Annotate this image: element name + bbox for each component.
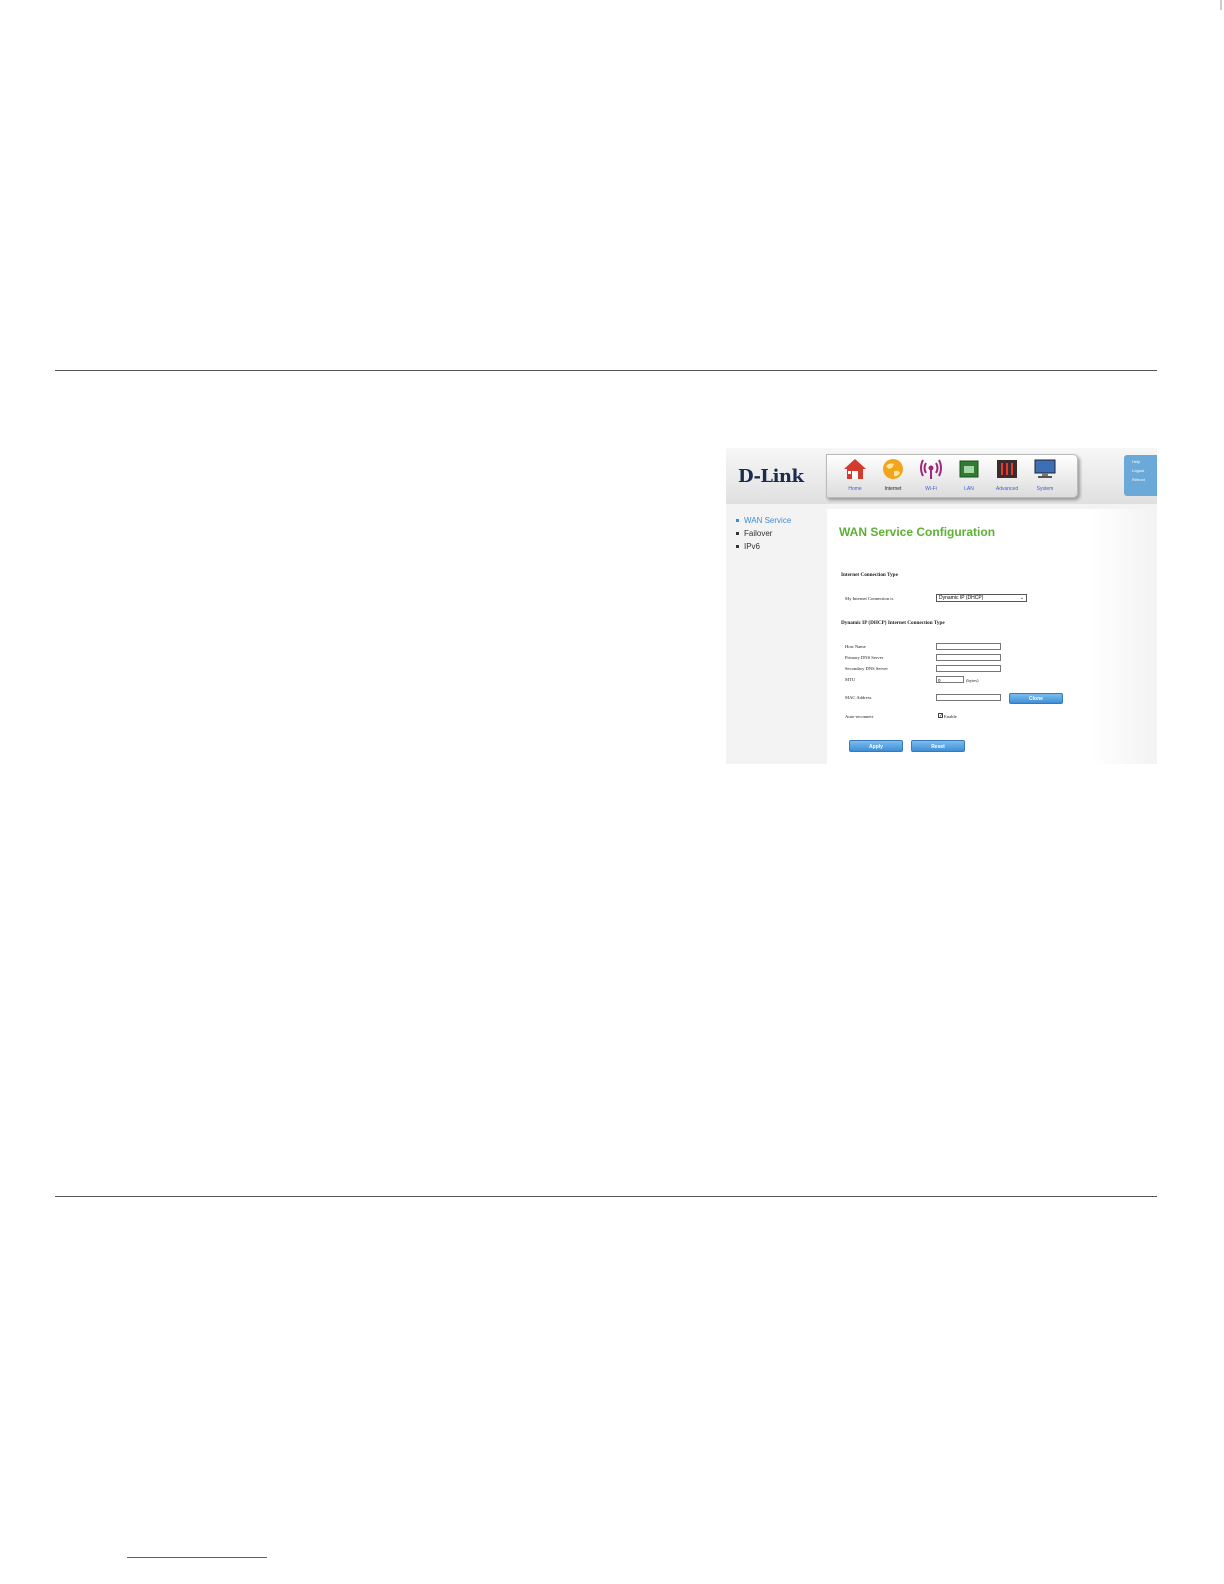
sidebar-item-failover[interactable]: Failover (736, 529, 772, 538)
mac-address-input[interactable] (936, 694, 1001, 701)
footer-link-underline[interactable] (127, 1557, 267, 1558)
tab-internet[interactable]: Internet (875, 457, 911, 495)
tab-label: Wi-Fi (925, 486, 937, 492)
tab-label: System (1036, 486, 1054, 492)
tab-label: Advanced (995, 486, 1019, 492)
reset-button[interactable]: Reset (911, 740, 965, 752)
sidebar-item-label: Failover (744, 529, 773, 538)
sidebar-item-ipv6[interactable]: IPv6 (736, 542, 760, 551)
lan-icon (959, 460, 979, 478)
dlink-logo: D-Link (738, 466, 804, 487)
page-title: WAN Service Configuration (839, 525, 996, 539)
sidebar: WAN Service Failover IPv6 (726, 504, 826, 764)
auto-reconnect-checkbox[interactable]: ✓ (938, 713, 943, 719)
apply-button[interactable]: Apply (849, 740, 903, 752)
advanced-icon (997, 460, 1017, 478)
bullet-icon (736, 532, 739, 536)
primary-dns-input[interactable] (936, 654, 1001, 661)
bullet-icon (736, 519, 739, 523)
mtu-input[interactable]: 0 (936, 676, 964, 683)
monitor-icon (1034, 459, 1056, 478)
bottom-divider (55, 1196, 1157, 1197)
connection-type-heading: Internet Connection Type (841, 572, 898, 578)
tab-system[interactable]: System (1027, 457, 1063, 495)
connection-type-label: My Internet Connection is (845, 596, 894, 601)
mac-address-label: MAC Address (845, 695, 872, 700)
main-panel: WAN Service Configuration Internet Conne… (827, 509, 1157, 764)
tab-label: Internet (884, 486, 902, 492)
dhcp-heading: Dynamic IP (DHCP) Internet Connection Ty… (841, 620, 945, 626)
help-link[interactable]: Help (1132, 459, 1157, 464)
primary-dns-label: Primary DNS Server (845, 655, 884, 660)
logout-link[interactable]: Logout (1132, 468, 1157, 473)
reboot-link[interactable]: Reboot (1132, 477, 1157, 482)
tab-wifi[interactable]: Wi-Fi (913, 457, 949, 495)
connection-type-select[interactable]: Dynamic IP (DHCP) ⌄ (936, 594, 1027, 602)
globe-icon (883, 459, 903, 479)
secondary-dns-label: Secondary DNS Server (845, 666, 888, 671)
router-ui-screenshot: D-Link Home Internet Wi-Fi LAN Advanced … (726, 448, 1157, 764)
bullet-icon (736, 545, 739, 549)
auto-reconnect-label: Auto-reconnect (845, 714, 874, 719)
home-icon (844, 459, 866, 479)
secondary-dns-input[interactable] (936, 665, 1001, 672)
enable-label: Enable (944, 714, 957, 719)
tab-advanced[interactable]: Advanced (989, 457, 1025, 495)
selected-value: Dynamic IP (DHCP) (939, 595, 984, 601)
host-name-input[interactable] (936, 643, 1001, 650)
mtu-unit: (bytes) (966, 678, 979, 683)
mtu-label: MTU (845, 677, 856, 682)
host-name-label: Host Name (845, 644, 866, 649)
sidebar-item-wan-service[interactable]: WAN Service (736, 516, 791, 525)
tab-label: LAN (964, 486, 974, 492)
main-nav: Home Internet Wi-Fi LAN Advanced System (826, 454, 1078, 498)
chevron-down-icon: ⌄ (1019, 595, 1024, 601)
top-divider (55, 370, 1157, 371)
sidebar-item-label: IPv6 (744, 542, 761, 551)
sidebar-item-label: WAN Service (744, 516, 792, 525)
top-bar: D-Link Home Internet Wi-Fi LAN Advanced … (726, 448, 1157, 504)
page-edge-mark (1220, 0, 1222, 10)
tab-label: Home (848, 486, 862, 492)
tab-home[interactable]: Home (837, 457, 873, 495)
tab-lan[interactable]: LAN (951, 457, 987, 495)
clone-button[interactable]: Clone (1009, 693, 1063, 704)
user-menu: Help Logout Reboot (1124, 455, 1157, 496)
wifi-icon (920, 459, 942, 479)
